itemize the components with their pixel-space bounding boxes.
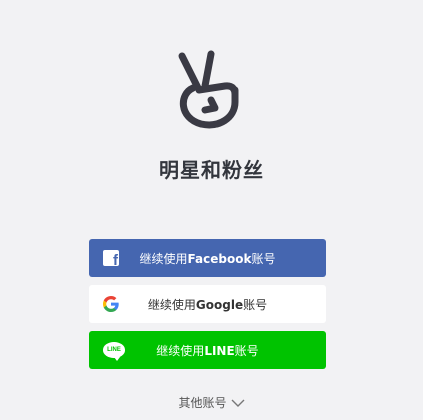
facebook-icon: f xyxy=(103,250,119,266)
google-login-label: 继续使用Google账号 xyxy=(147,297,268,312)
google-login-button[interactable]: 继续使用Google账号 xyxy=(89,285,326,323)
app-title: 明星和粉丝 xyxy=(159,158,264,182)
facebook-login-button[interactable]: f 继续使用Facebook账号 xyxy=(89,239,326,277)
chevron-down-icon xyxy=(231,399,244,407)
line-login-label: 继续使用LINE账号 xyxy=(156,343,259,358)
v-hand-icon xyxy=(178,50,239,129)
other-accounts-label: 其他账号 xyxy=(178,396,227,410)
facebook-login-label: 继续使用Facebook账号 xyxy=(139,251,276,266)
line-icon: LINE xyxy=(103,342,125,361)
line-login-button[interactable]: LINE 继续使用LINE账号 xyxy=(89,331,326,369)
other-accounts-toggle[interactable]: 其他账号 xyxy=(0,394,423,411)
app-logo xyxy=(175,46,241,130)
google-icon xyxy=(103,296,119,312)
